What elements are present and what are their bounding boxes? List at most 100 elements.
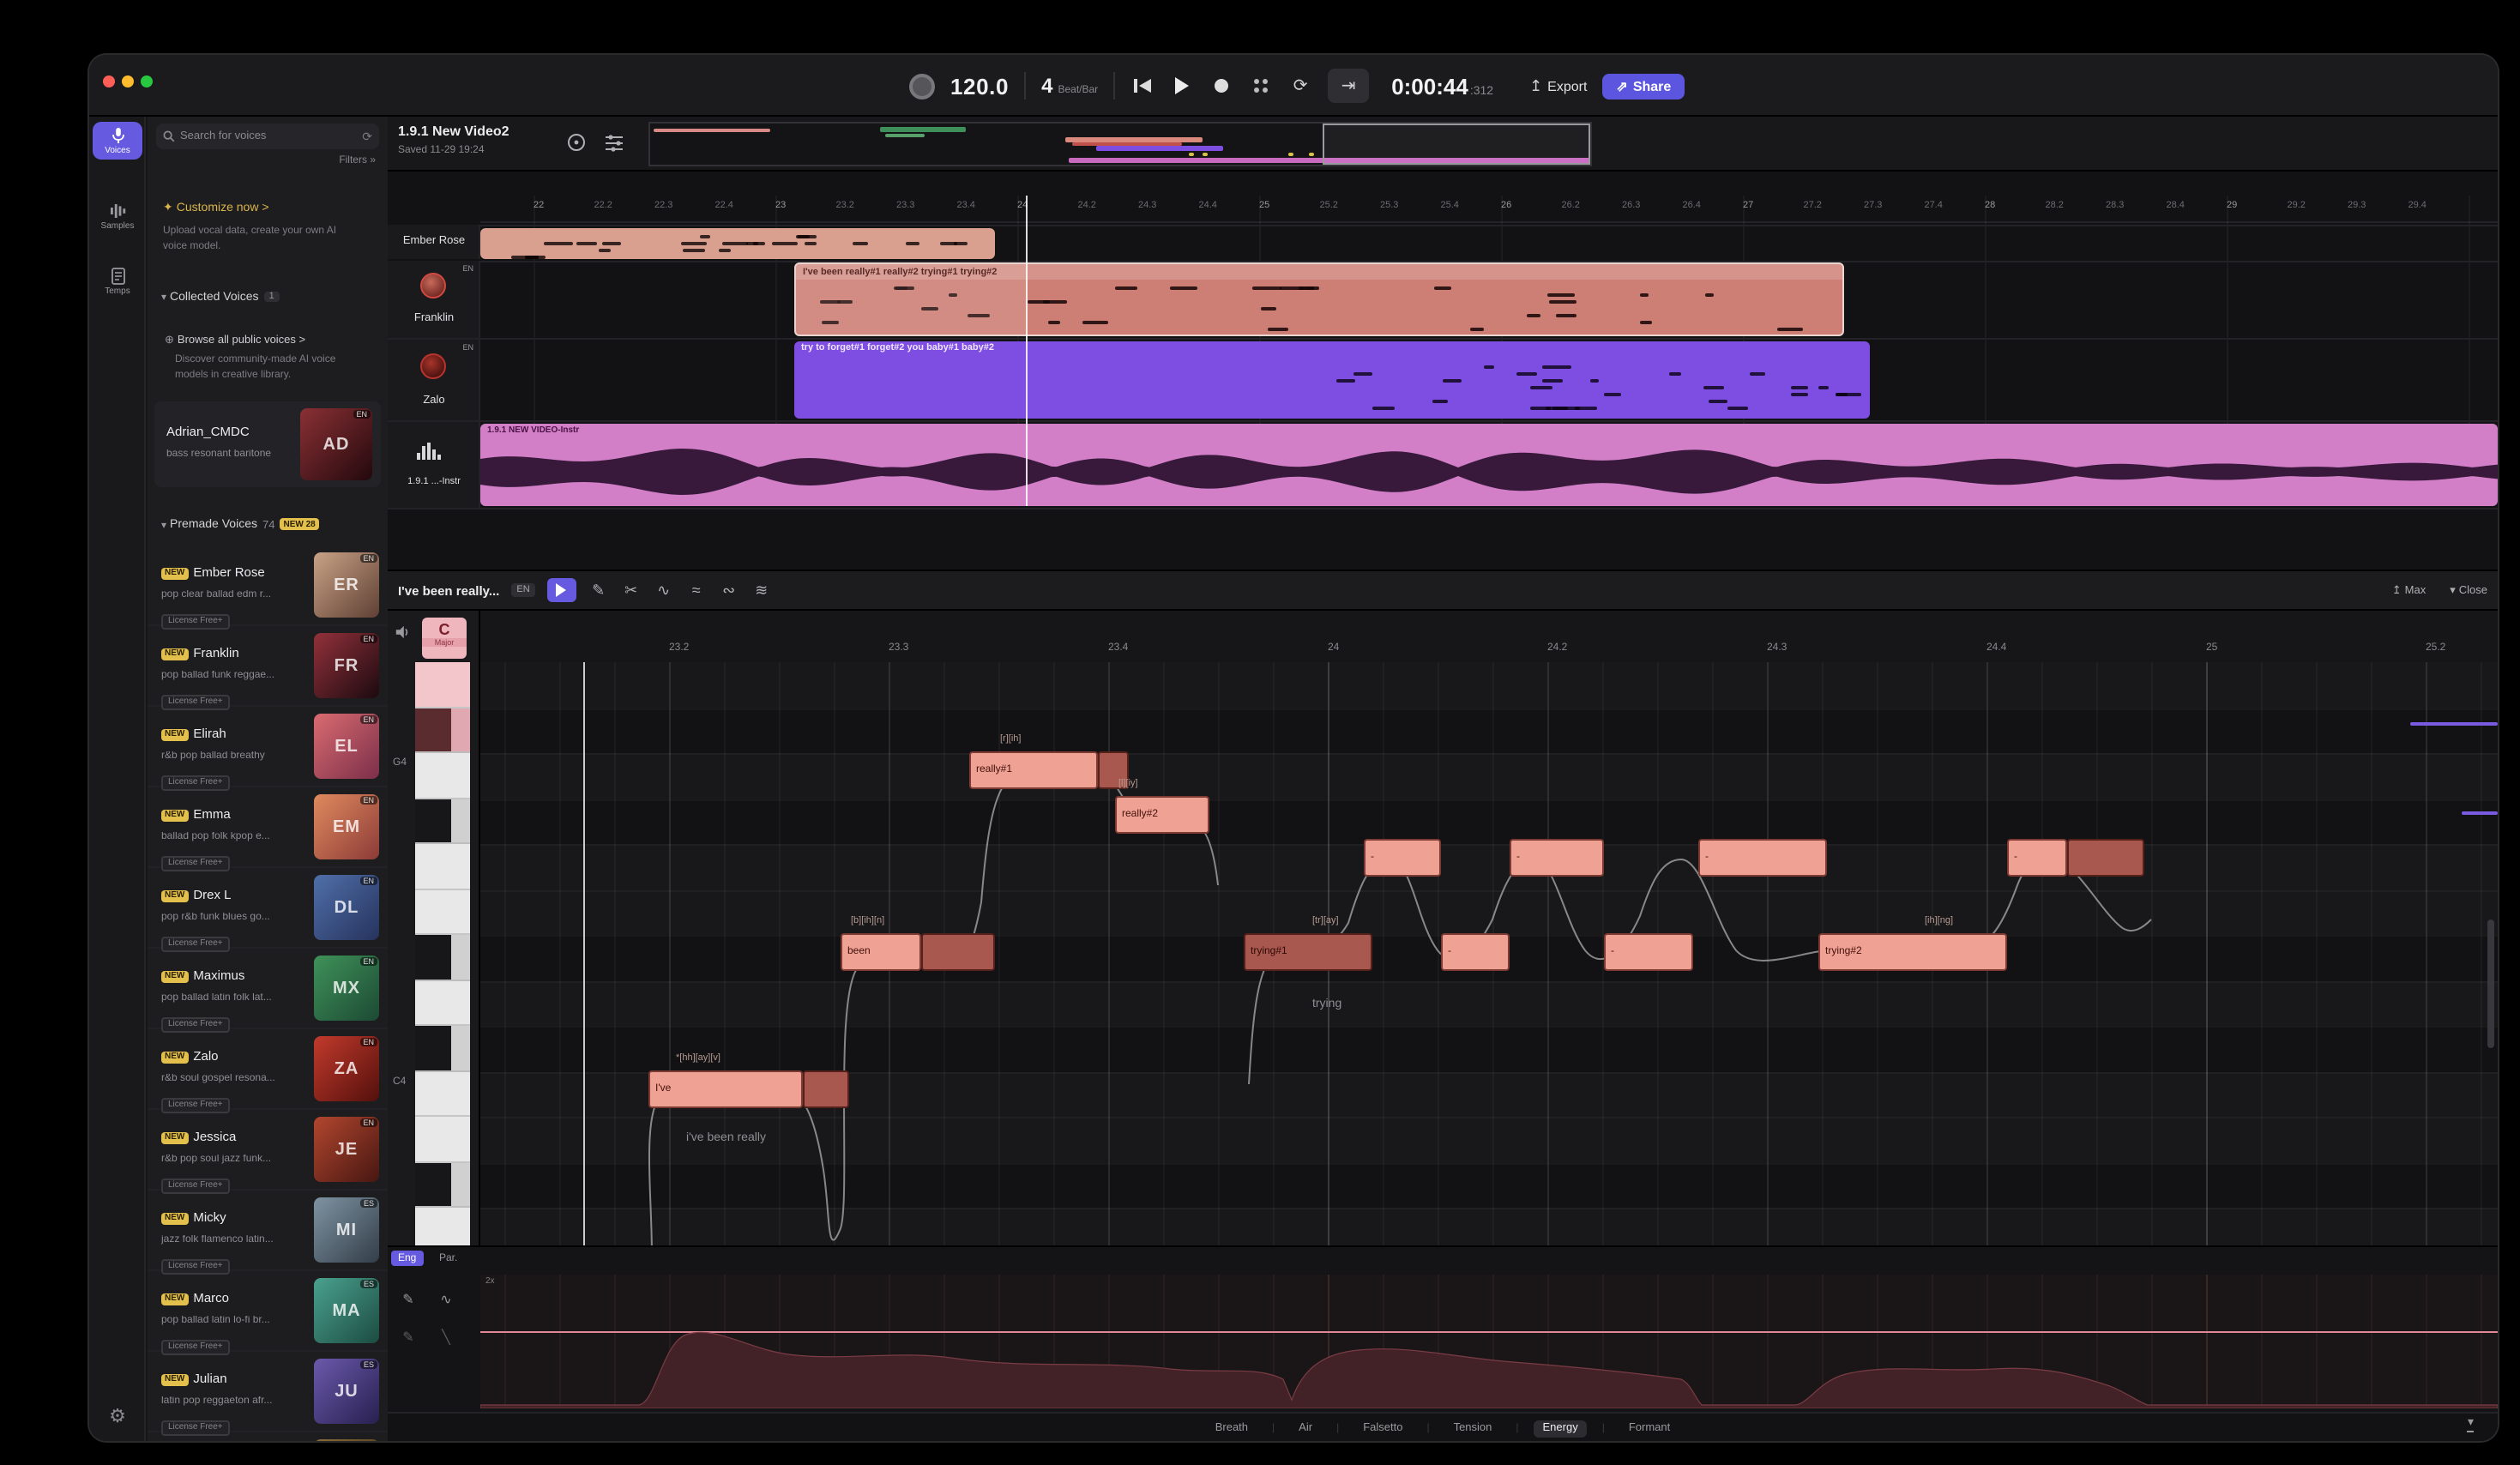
browse-public-voices-link[interactable]: ⊕Browse all public voices > [165, 333, 305, 347]
note-segment-selected[interactable] [921, 933, 995, 971]
slope-tool[interactable]: ╲ [432, 1323, 460, 1350]
note-[interactable]: - [1510, 839, 1604, 877]
record-button[interactable] [1209, 69, 1233, 103]
cut-tool[interactable]: ✂ [621, 581, 642, 600]
export-button[interactable]: ↥Export [1529, 76, 1587, 95]
clip-instr[interactable]: 1.9.1 NEW VIDEO-Instr [480, 423, 2498, 505]
voice-card-maximus[interactable]: NEWMaximuspop ballad latin folk lat...Li… [148, 949, 388, 1029]
voice-card-adrian-cmdc[interactable]: Adrian_CMDC bass resonant baritone AD EN [154, 401, 381, 487]
refresh-icon[interactable]: ⟳ [362, 130, 372, 143]
maximize-editor-button[interactable]: ↥Max [2392, 583, 2426, 597]
mixer-settings-icon[interactable] [604, 132, 624, 153]
voice-search-box[interactable]: ⟳ [156, 124, 379, 149]
param-tab-eng[interactable]: Eng [391, 1251, 423, 1266]
track-header-ember-rose[interactable]: Ember Rose [388, 225, 480, 259]
voice-card-zalo[interactable]: NEWZalor&b soul gospel resona...License … [148, 1029, 388, 1110]
rail-item-temps[interactable]: Temps [93, 268, 142, 297]
settings-gear-icon[interactable]: ⚙ [89, 1405, 146, 1427]
voice-card-elirah[interactable]: NEWElirahr&b pop ballad breathyLicense F… [148, 707, 388, 787]
note-grid[interactable]: I've*[hh][ay][v]been[b][ih][n]really#1[r… [480, 662, 2498, 1307]
note-Ive[interactable]: I've [648, 1070, 803, 1108]
zoom-window-button[interactable] [141, 75, 153, 87]
piano-key-D#4[interactable] [415, 935, 470, 980]
vertical-scrollbar[interactable] [2487, 919, 2494, 1048]
voice-card-felix[interactable]: NEWFelixFE [148, 1432, 388, 1441]
param-tab-par[interactable]: Par. [432, 1251, 464, 1266]
voice-card-drex-l[interactable]: NEWDrex Lpop r&b funk blues go...License… [148, 868, 388, 949]
tempo-display[interactable]: 120.0 [950, 73, 1009, 99]
editor-playhead[interactable] [583, 662, 585, 1307]
clip-franklin[interactable]: I've been really#1 really#2 trying#1 try… [794, 262, 1844, 336]
piano-key-D4[interactable] [415, 980, 470, 1026]
track-header-franklin[interactable]: EN Franklin [388, 261, 480, 338]
timeline-minimap[interactable] [648, 122, 1592, 166]
piano-key-B3[interactable] [415, 1117, 470, 1162]
piano-key-E4[interactable] [415, 889, 470, 935]
collected-voices-header[interactable]: ▾Collected Voices1 [161, 292, 280, 304]
project-title[interactable]: 1.9.1 New Video2 [398, 124, 509, 139]
voice-card-julian[interactable]: NEWJulianlatin pop reggaeton afr...Licen… [148, 1352, 388, 1432]
metronome-icon[interactable] [909, 73, 935, 99]
param-bottom-tab-falsetto[interactable]: Falsetto [1354, 1420, 1411, 1437]
minimap-viewport[interactable] [1323, 124, 1590, 165]
voice-card-marco[interactable]: NEWMarcopop ballad latin lo-fi br...Lice… [148, 1271, 388, 1352]
note-[interactable]: - [1364, 839, 1441, 877]
customize-block[interactable]: ✦Customize now > Upload vocal data, crea… [163, 189, 372, 256]
search-input[interactable] [180, 130, 357, 142]
note-[interactable]: - [1441, 933, 1510, 971]
pencil-param-tool[interactable]: ✎ [395, 1323, 422, 1350]
collapse-panel-icon[interactable]: ▾ [2468, 1417, 2474, 1432]
piano-key-F4[interactable] [415, 844, 470, 889]
note-segment-selected[interactable] [2067, 839, 2144, 877]
note-trying#1[interactable]: trying#1 [1244, 933, 1372, 971]
param-curve-area[interactable]: 2x [480, 1275, 2498, 1408]
smooth-tool[interactable]: ∾ [719, 581, 739, 600]
grid-mode-icon[interactable] [1249, 69, 1273, 103]
track-header-instr[interactable]: 1.9.1 ...-Instr [388, 421, 480, 507]
voice-card-emma[interactable]: NEWEmmaballad pop folk kpop e...License … [148, 787, 388, 868]
pitch-curve-tool[interactable]: ∿ [654, 581, 674, 600]
minimize-window-button[interactable] [122, 75, 134, 87]
filters-link[interactable]: Filters » [339, 156, 376, 166]
editor-play-button[interactable] [547, 578, 576, 602]
piano-key-A#3[interactable] [415, 1162, 470, 1208]
premade-voices-header[interactable]: ▾Premade Voices74NEW 28 [161, 518, 319, 531]
rail-item-samples[interactable]: Samples [93, 202, 142, 232]
piano-key-G#4[interactable] [415, 708, 470, 753]
voice-card-micky[interactable]: NEWMickyjazz folk flamenco latin...Licen… [148, 1191, 388, 1271]
param-bottom-tab-breath[interactable]: Breath [1207, 1420, 1257, 1437]
clip-ember-rose[interactable] [480, 227, 995, 258]
param-bottom-tab-energy[interactable]: Energy [1534, 1420, 1587, 1437]
note-[interactable]: - [2007, 839, 2067, 877]
follow-playhead-icon[interactable]: ⇥ [1328, 69, 1369, 103]
timeline-ruler[interactable]: 2222.222.322.42323.223.323.42424.224.324… [480, 196, 2498, 223]
draw-curve-tool[interactable]: ✎ [395, 1285, 422, 1312]
note-[interactable]: - [1698, 839, 1827, 877]
loop-range-icon[interactable] [566, 132, 587, 153]
close-window-button[interactable] [103, 75, 115, 87]
wave-edit-tool[interactable]: ≋ [751, 581, 772, 600]
key-signature-box[interactable]: C Major [422, 618, 467, 659]
track-header-zalo[interactable]: EN Zalo [388, 339, 480, 419]
customize-link[interactable]: Customize now > [177, 202, 269, 214]
share-button[interactable]: ⇗Share [1602, 73, 1685, 99]
param-bottom-tab-tension[interactable]: Tension [1445, 1420, 1501, 1437]
note-[interactable]: - [1604, 933, 1693, 971]
piano-key-C4[interactable] [415, 1071, 470, 1117]
pencil-tool[interactable]: ✎ [588, 581, 609, 600]
voice-card-franklin[interactable]: NEWFranklinpop ballad funk reggae...Lice… [148, 626, 388, 707]
time-signature[interactable]: 4 Beat/Bar [1041, 74, 1098, 98]
piano-key-G4[interactable] [415, 753, 470, 799]
clip-zalo[interactable]: try to forget#1 forget#2 you baby#1 baby… [794, 341, 1870, 418]
piano-key-A4[interactable] [415, 662, 470, 708]
piano-key-F#4[interactable] [415, 799, 470, 844]
param-bottom-tab-formant[interactable]: Formant [1620, 1420, 1679, 1437]
editor-ruler[interactable]: 23.223.323.42424.224.324.42525.2 [480, 642, 2498, 662]
param-bottom-tab-air[interactable]: Air [1290, 1420, 1321, 1437]
note-really#1[interactable]: really#1 [969, 751, 1098, 789]
speaker-icon[interactable] [395, 624, 410, 640]
voice-card-ember-rose[interactable]: NEWEmber Rosepop clear ballad edm r...Li… [148, 546, 388, 626]
note-been[interactable]: been [841, 933, 921, 971]
play-button[interactable] [1170, 69, 1194, 103]
close-editor-button[interactable]: ▾Close [2450, 583, 2487, 597]
